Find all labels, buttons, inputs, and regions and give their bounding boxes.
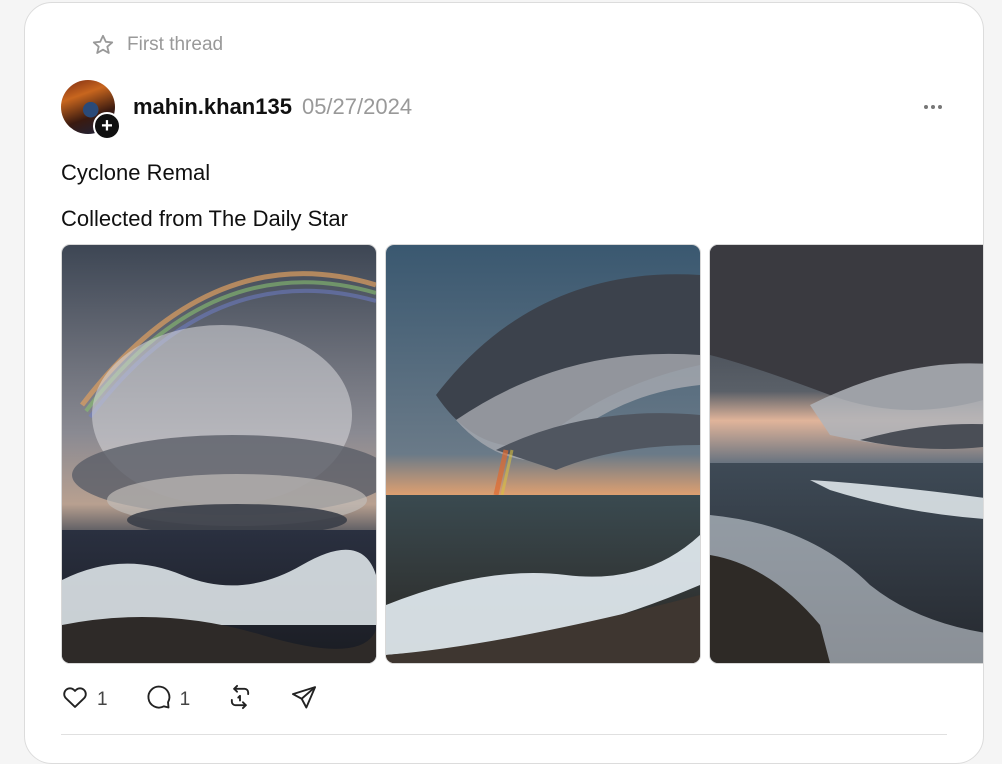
image-gallery[interactable] (61, 244, 983, 664)
thread-card: First thread + mahin.khan135 05/27/2024 … (24, 2, 984, 764)
repost-button[interactable] (226, 683, 254, 716)
username[interactable]: mahin.khan135 (133, 94, 292, 120)
follow-plus-icon[interactable]: + (93, 112, 121, 140)
like-count: 1 (97, 688, 108, 710)
post-image[interactable] (61, 244, 377, 664)
post-actions: 1 1 (61, 683, 354, 716)
post-text-line: Collected from The Daily Star (61, 206, 348, 231)
more-options-button[interactable] (921, 97, 945, 117)
pinned-thread-text: First thread (127, 34, 224, 55)
avatar-container[interactable]: + (61, 80, 121, 140)
post-image[interactable] (709, 244, 983, 664)
like-button[interactable]: 1 (61, 683, 108, 716)
repost-icon (226, 683, 254, 716)
comment-icon (144, 683, 172, 716)
more-dot-icon (931, 105, 935, 109)
send-icon (290, 683, 318, 716)
share-button[interactable] (290, 683, 318, 716)
post-header: + mahin.khan135 05/27/2024 (61, 80, 947, 140)
more-dot-icon (924, 105, 928, 109)
star-icon (91, 33, 115, 57)
divider (61, 734, 947, 735)
pinned-thread-label[interactable]: First thread (91, 33, 223, 57)
reply-button[interactable]: 1 (144, 683, 191, 716)
more-dot-icon (938, 105, 942, 109)
post-text-line: Cyclone Remal (61, 160, 211, 185)
post-image[interactable] (385, 244, 701, 664)
post-date: 05/27/2024 (301, 94, 413, 119)
heart-icon (61, 683, 89, 716)
reply-count: 1 (179, 688, 191, 710)
